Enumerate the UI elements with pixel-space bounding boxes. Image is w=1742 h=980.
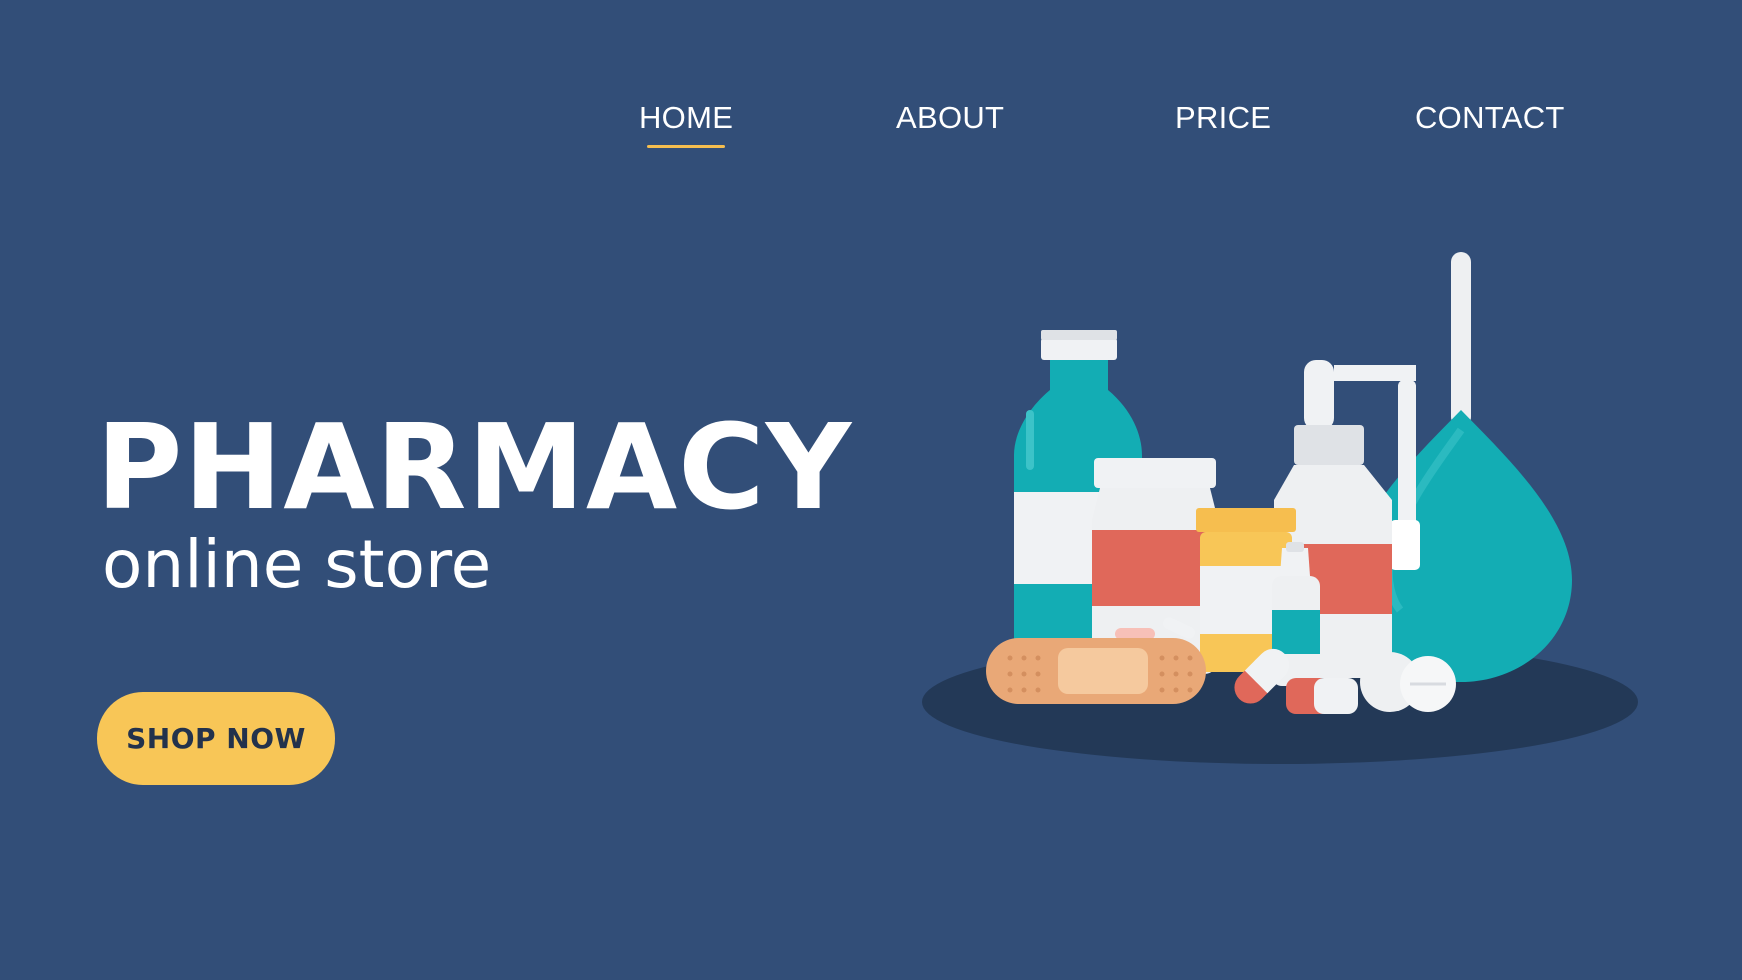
nav-contact[interactable]: CONTACT (1415, 100, 1565, 136)
hero-title: PHARMACY (96, 398, 853, 536)
main-nav: HOME ABOUT PRICE CONTACT (0, 100, 1742, 160)
nav-price[interactable]: PRICE (1175, 100, 1271, 136)
tablet-icon (1360, 652, 1456, 712)
pharmacy-illustration (922, 252, 1638, 764)
nav-about[interactable]: ABOUT (896, 100, 1004, 136)
shop-now-button[interactable]: SHOP NOW (97, 692, 335, 785)
bandage-icon (986, 638, 1206, 704)
hero-subtitle: online store (102, 526, 492, 603)
nav-home[interactable]: HOME (639, 100, 733, 148)
